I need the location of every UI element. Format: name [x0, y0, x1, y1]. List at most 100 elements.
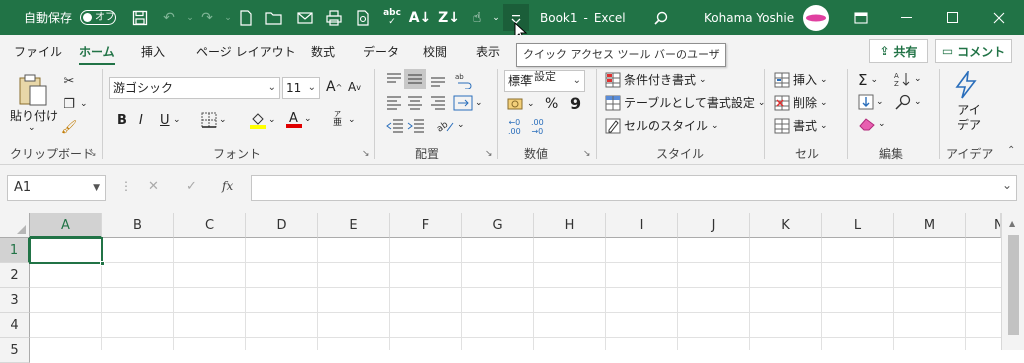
fill-down-icon[interactable]: ⌄: [858, 94, 884, 110]
bold-button[interactable]: B: [117, 113, 127, 128]
collapse-ribbon-icon[interactable]: ⌃: [1007, 145, 1015, 156]
scrollbar-thumb[interactable]: [1008, 235, 1019, 335]
column-header[interactable]: B: [102, 213, 174, 238]
align-center-icon[interactable]: [407, 96, 423, 110]
format-painter-icon[interactable]: 🖌: [60, 119, 80, 135]
align-top-icon[interactable]: [386, 73, 402, 87]
increase-decimal-button[interactable]: ←0.00: [508, 118, 521, 136]
autosave-toggle[interactable]: オフ: [80, 10, 116, 25]
maximize-icon[interactable]: [930, 0, 976, 35]
column-header[interactable]: K: [750, 213, 822, 238]
row-header[interactable]: 3: [0, 288, 30, 313]
column-header[interactable]: L: [822, 213, 894, 238]
phonetic-dropdown-icon[interactable]: ⌄: [348, 115, 356, 125]
percent-button[interactable]: %: [545, 96, 558, 112]
search-icon[interactable]: [652, 9, 670, 27]
insert-function-icon[interactable]: fx: [222, 179, 233, 193]
redo-dropdown-icon[interactable]: ⌄: [219, 9, 237, 27]
touch-mode-icon[interactable]: ☝: [468, 9, 486, 27]
tab-review[interactable]: 校閲: [423, 43, 447, 60]
merge-center-icon[interactable]: ⌄: [453, 95, 483, 111]
row-header[interactable]: 4: [0, 313, 30, 338]
sort-filter-icon[interactable]: AZ ⌄: [894, 71, 922, 87]
column-header[interactable]: J: [678, 213, 750, 238]
paste-icon[interactable]: [17, 73, 49, 110]
ideas-icon[interactable]: [953, 69, 979, 102]
ideas-button[interactable]: アイ デア: [957, 103, 981, 133]
underline-dropdown-icon[interactable]: ⌄: [173, 115, 181, 125]
avatar[interactable]: [803, 5, 829, 31]
send-mail-icon[interactable]: [296, 9, 314, 27]
quick-print-icon[interactable]: [325, 9, 343, 27]
enter-icon[interactable]: ✓: [186, 179, 197, 194]
tab-view[interactable]: 表示: [476, 43, 500, 60]
row-header[interactable]: 2: [0, 263, 30, 288]
sort-descending-icon[interactable]: Z↓: [438, 9, 460, 27]
comma-style-button[interactable]: 9: [570, 94, 581, 113]
alignment-launcher-icon[interactable]: ↘: [485, 149, 493, 159]
phonetic-guide-button[interactable]: ア亜: [333, 110, 342, 128]
paste-label[interactable]: 貼り付け: [10, 107, 58, 124]
row-header[interactable]: 1: [0, 238, 30, 263]
fill-color-icon[interactable]: ⌄: [250, 111, 276, 129]
grow-font-button[interactable]: A ^: [326, 79, 342, 95]
fill-handle[interactable]: [100, 261, 105, 266]
accounting-format-icon[interactable]: ⌄: [507, 97, 535, 111]
new-file-icon[interactable]: [237, 9, 255, 27]
column-header[interactable]: G: [462, 213, 534, 238]
italic-button[interactable]: I: [139, 113, 143, 128]
align-left-icon[interactable]: [386, 96, 402, 110]
align-middle-icon[interactable]: [404, 69, 426, 89]
font-name-select[interactable]: 游ゴシック ⌄: [109, 77, 280, 99]
format-as-table-button[interactable]: テーブルとして書式設定 ⌄: [604, 94, 765, 111]
underline-button[interactable]: U: [160, 113, 170, 128]
column-header[interactable]: F: [390, 213, 462, 238]
format-cells-button[interactable]: 書式 ⌄: [773, 117, 828, 134]
scroll-up-icon[interactable]: ▲: [1009, 219, 1015, 228]
name-box[interactable]: A1 ▼: [7, 175, 106, 201]
clear-icon[interactable]: ⌄: [858, 117, 886, 131]
spelling-icon[interactable]: abc ✓: [383, 9, 401, 27]
open-folder-icon[interactable]: [265, 9, 283, 27]
align-bottom-icon[interactable]: [430, 73, 446, 87]
column-header[interactable]: E: [318, 213, 390, 238]
vertical-scrollbar[interactable]: ▲: [1001, 213, 1024, 350]
paste-dropdown-icon[interactable]: ⌄: [28, 123, 36, 133]
row-header[interactable]: 5: [0, 338, 30, 363]
column-header[interactable]: I: [606, 213, 678, 238]
column-header[interactable]: D: [246, 213, 318, 238]
tab-formulas[interactable]: 数式: [311, 43, 335, 60]
undo-icon[interactable]: ↶: [160, 9, 178, 27]
tab-home[interactable]: ホーム: [79, 43, 115, 66]
orientation-icon[interactable]: ab ⌄: [437, 117, 465, 133]
undo-dropdown-icon[interactable]: ⌄: [181, 9, 199, 27]
redo-icon[interactable]: ↷: [198, 9, 216, 27]
sort-ascending-icon[interactable]: A↓: [409, 9, 432, 27]
minimize-icon[interactable]: [884, 0, 930, 35]
copy-icon[interactable]: ❐ ⌄: [60, 96, 87, 112]
clipboard-launcher-icon[interactable]: ↘: [89, 149, 97, 159]
column-header[interactable]: N: [966, 213, 1001, 238]
font-size-select[interactable]: 11 ⌄: [282, 77, 320, 99]
select-all-corner[interactable]: [0, 213, 30, 238]
more-options-icon[interactable]: ⋮: [120, 179, 132, 193]
share-button[interactable]: ⇪ 共有: [869, 39, 928, 63]
decrease-decimal-button[interactable]: .00 →0: [531, 118, 544, 136]
delete-cells-button[interactable]: 削除 ⌄: [773, 94, 828, 111]
font-launcher-icon[interactable]: ↘: [362, 149, 370, 159]
tab-insert[interactable]: 挿入: [141, 43, 165, 60]
column-header[interactable]: A: [30, 213, 102, 238]
column-header[interactable]: M: [894, 213, 966, 238]
increase-indent-icon[interactable]: [407, 119, 425, 133]
number-launcher-icon[interactable]: ↘: [583, 149, 591, 159]
align-right-icon[interactable]: [430, 96, 446, 110]
tab-file[interactable]: ファイル: [14, 43, 62, 60]
conditional-formatting-button[interactable]: 条件付き書式 ⌄: [604, 71, 707, 88]
decrease-indent-icon[interactable]: [386, 119, 404, 133]
tab-page-layout[interactable]: ページ レイアウト: [196, 43, 296, 60]
active-cell[interactable]: [29, 237, 105, 266]
comments-button[interactable]: ▭ コメント: [935, 39, 1012, 63]
font-color-icon[interactable]: A ⌄: [286, 109, 312, 129]
ribbon-display-options-icon[interactable]: [838, 0, 884, 35]
borders-icon[interactable]: ⌄: [201, 112, 227, 128]
